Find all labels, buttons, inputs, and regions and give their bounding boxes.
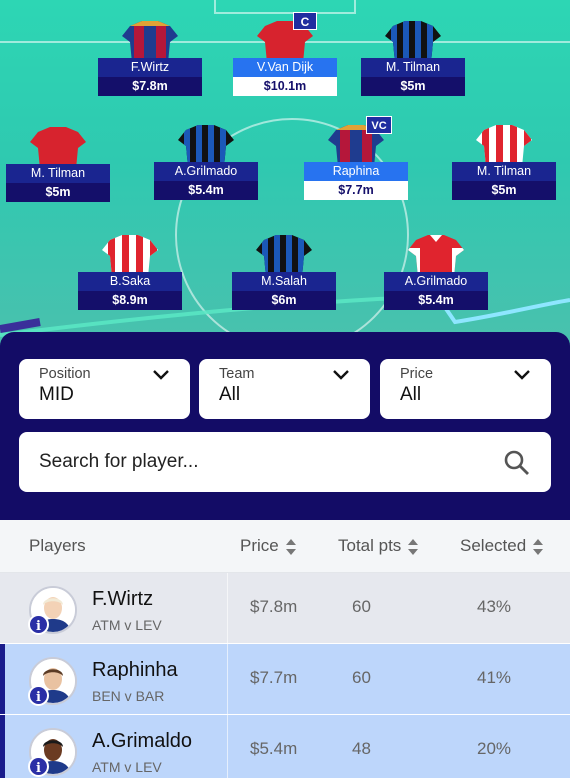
column-divider <box>227 715 228 778</box>
pitch-player-name: F.Wirtz <box>98 58 202 77</box>
player-selected-percent: 43% <box>477 597 512 616</box>
info-icon[interactable]: i <box>28 756 49 777</box>
selected-column-header[interactable]: Selected <box>460 536 544 556</box>
search-placeholder: Search for player... <box>39 451 199 472</box>
table-row[interactable]: i Raphinha BEN v BAR $7.7m 60 41% <box>0 644 570 714</box>
info-icon[interactable]: i <box>28 614 49 635</box>
pitch-player[interactable]: M. Tilman $5m <box>361 20 465 100</box>
player-name: F.Wirtz <box>92 588 154 610</box>
pitch-player-price: $7.7m <box>304 181 408 200</box>
pitch-player-name: M. Tilman <box>452 162 556 181</box>
players-column-header: Players <box>29 536 86 555</box>
player-points: 60 <box>352 668 371 687</box>
player-fixture: BEN v BAR <box>92 688 165 704</box>
player-name: Raphinha <box>92 659 178 681</box>
pitch-player[interactable]: B.Saka $8.9m <box>78 234 182 314</box>
pitch: F.Wirtz $7.8m V.Van Dijk $10.1m C M. Tilman $5… <box>0 0 570 360</box>
column-divider <box>227 644 228 714</box>
sort-icon <box>285 538 296 555</box>
pitch-player-price: $10.1m <box>233 77 337 96</box>
pitch-player[interactable]: M. Tilman $5m <box>6 126 110 206</box>
captain-badge: C <box>293 12 317 30</box>
position-filter-value: MID <box>39 384 74 405</box>
pitch-player-price: $5m <box>6 183 110 202</box>
pitch-player-name: M. Tilman <box>361 58 465 77</box>
pitch-player-name: A.Grilmado <box>384 272 488 291</box>
player-name: A.Grimaldo <box>92 730 193 752</box>
pitch-player[interactable]: M. Tilman $5m <box>452 124 556 204</box>
pitch-player-price: $5.4m <box>154 181 258 200</box>
price-column-header[interactable]: Price <box>240 536 297 556</box>
search-icon[interactable] <box>503 449 531 477</box>
team-selection-screen: F.Wirtz $7.8m V.Van Dijk $10.1m C M. Tilman $5… <box>0 0 570 778</box>
team-filter[interactable]: Team All <box>199 359 370 419</box>
player-price: $7.7m <box>250 668 298 687</box>
pitch-player-price: $5m <box>361 77 465 96</box>
pitch-player-price: $5m <box>452 181 556 200</box>
player-price: $5.4m <box>250 739 298 758</box>
table-row[interactable]: i A.Grimaldo ATM v LEV $5.4m 48 20% <box>0 715 570 778</box>
pitch-player-price: $8.9m <box>78 291 182 310</box>
player-fixture: ATM v LEV <box>92 617 162 633</box>
table-header: Players Price Total pts Selected <box>0 520 570 573</box>
player-selected-percent: 41% <box>477 668 512 687</box>
sort-icon <box>408 538 419 555</box>
pitch-player-name: M.Salah <box>232 272 336 291</box>
sort-icon <box>533 538 544 555</box>
player-points: 48 <box>352 739 371 758</box>
pitch-player-name: A.Grilmado <box>154 162 258 181</box>
pitch-player[interactable]: A.Grilmado $5.4m <box>154 124 258 204</box>
pitch-player-price: $7.8m <box>98 77 202 96</box>
player-fixture: ATM v LEV <box>92 759 162 775</box>
info-icon[interactable]: i <box>28 685 49 706</box>
points-column-header[interactable]: Total pts <box>338 536 419 556</box>
price-header-label: Price <box>240 536 279 555</box>
pitch-player[interactable]: F.Wirtz $7.8m <box>98 20 202 100</box>
price-filter[interactable]: Price All <box>380 359 551 419</box>
player-points: 60 <box>352 597 371 616</box>
pitch-player[interactable]: Raphina $7.7m VC <box>304 116 408 204</box>
table-row[interactable]: i F.Wirtz ATM v LEV $7.8m 60 43% <box>0 573 570 643</box>
pitch-player-name: Raphina <box>304 162 408 181</box>
selected-header-label: Selected <box>460 536 527 555</box>
pitch-player[interactable]: M.Salah $6m <box>232 234 336 314</box>
search-input[interactable]: Search for player... <box>19 432 551 492</box>
chevron-down-icon <box>333 370 349 380</box>
pitch-player[interactable]: V.Van Dijk $10.1m C <box>233 12 337 100</box>
pitch-player-name: M. Tilman <box>6 164 110 183</box>
filter-panel: Position MID Team All Price All Search f… <box>0 332 570 520</box>
pitch-player-price: $5.4m <box>384 291 488 310</box>
vice-captain-badge: VC <box>366 116 392 134</box>
pitch-player-name: V.Van Dijk <box>233 58 337 77</box>
team-filter-value: All <box>219 384 241 405</box>
points-header-label: Total pts <box>338 536 402 555</box>
player-price: $7.8m <box>250 597 298 616</box>
row-highlight-bar <box>0 715 5 778</box>
column-divider <box>227 573 228 643</box>
pitch-player-price: $6m <box>232 291 336 310</box>
price-filter-value: All <box>400 384 422 405</box>
chevron-down-icon <box>153 370 169 380</box>
position-filter[interactable]: Position MID <box>19 359 190 419</box>
player-selected-percent: 20% <box>477 739 512 758</box>
pitch-player-name: B.Saka <box>78 272 182 291</box>
row-highlight-bar <box>0 644 5 714</box>
chevron-down-icon <box>514 370 530 380</box>
pitch-player[interactable]: A.Grilmado $5.4m <box>384 234 488 314</box>
